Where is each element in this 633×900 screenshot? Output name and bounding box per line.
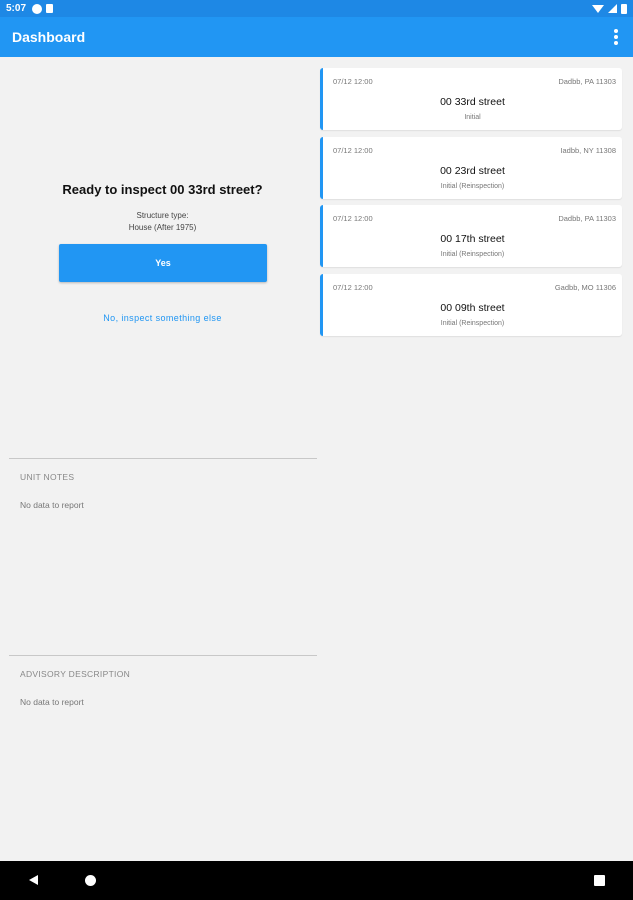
inspection-street: 00 23rd street (440, 164, 505, 177)
battery-icon (621, 3, 627, 14)
unit-notes-heading: UNIT NOTES (20, 472, 75, 482)
inspection-prompt-pane: Ready to inspect 00 33rd street? Structu… (0, 57, 317, 861)
divider (9, 458, 317, 459)
inspection-type: Initial (Reinspection) (440, 251, 505, 258)
inspection-type: Initial (Reinspection) (440, 182, 505, 190)
inspection-date: 07/12 12:00 (333, 77, 373, 86)
more-vert-icon[interactable] (611, 27, 621, 47)
inspection-location: Iadbb, NY 11308 (560, 145, 616, 155)
inspection-location: Gadbb, MO 11306 (554, 282, 616, 292)
yes-button[interactable]: Yes (59, 244, 267, 282)
ready-block: Ready to inspect 00 33rd street? Structu… (0, 182, 325, 232)
inspection-date: 07/12 12:00 (333, 282, 373, 292)
inspection-street: 00 09th street (440, 301, 505, 314)
inspect-something-else-link[interactable]: No, inspect something else (0, 313, 325, 323)
navigation-bar (0, 861, 633, 900)
signal-icon (608, 4, 617, 13)
structure-type-label: Structure type: (136, 211, 189, 220)
inspection-card[interactable]: 07/12 12:00 Dadbb, PA 11303 00 17th stre… (320, 205, 622, 267)
advisory-description-body: No data to report (20, 697, 84, 707)
back-icon[interactable] (29, 875, 38, 885)
inspection-street: 00 33rd street (440, 96, 505, 108)
divider (9, 655, 317, 656)
inspection-date: 07/12 12:00 (333, 214, 373, 223)
inspection-location: Dadbb, PA 11303 (558, 77, 616, 86)
page-title: Dashboard (12, 29, 86, 45)
inspection-date: 07/12 12:00 (333, 145, 373, 155)
inspection-location: Dadbb, PA 11303 (558, 214, 616, 223)
recents-icon[interactable] (594, 875, 605, 886)
app-bar: Dashboard (0, 17, 633, 57)
home-icon[interactable] (85, 875, 96, 886)
inspection-street: 00 17th street (440, 233, 505, 245)
wifi-icon (592, 4, 604, 13)
ready-title: Ready to inspect 00 33rd street? (62, 182, 263, 197)
structure-type-value: House (After 1975) (128, 223, 197, 232)
inspection-card[interactable]: 07/12 12:00 Iadbb, NY 11308 00 23rd stre… (320, 136, 622, 199)
inspection-type: Initial (Reinspection) (440, 319, 505, 327)
inspection-card[interactable]: 07/12 12:00 Gadbb, MO 11306 00 09th stre… (320, 273, 622, 336)
unit-notes-body: No data to report (20, 500, 84, 510)
inspection-list: 07/12 12:00 Dadbb, PA 11303 00 33rd stre… (320, 68, 622, 342)
advisory-description-heading: ADVISORY DESCRIPTION (20, 669, 131, 679)
inspection-card[interactable]: 07/12 12:00 Dadbb, PA 11303 00 33rd stre… (320, 68, 622, 130)
status-bar: 5:07 (0, 0, 633, 17)
status-time: 5:07 (6, 3, 27, 14)
inspection-type: Initial (464, 114, 481, 121)
notification-icon (32, 3, 43, 14)
sd-card-icon (46, 4, 54, 13)
